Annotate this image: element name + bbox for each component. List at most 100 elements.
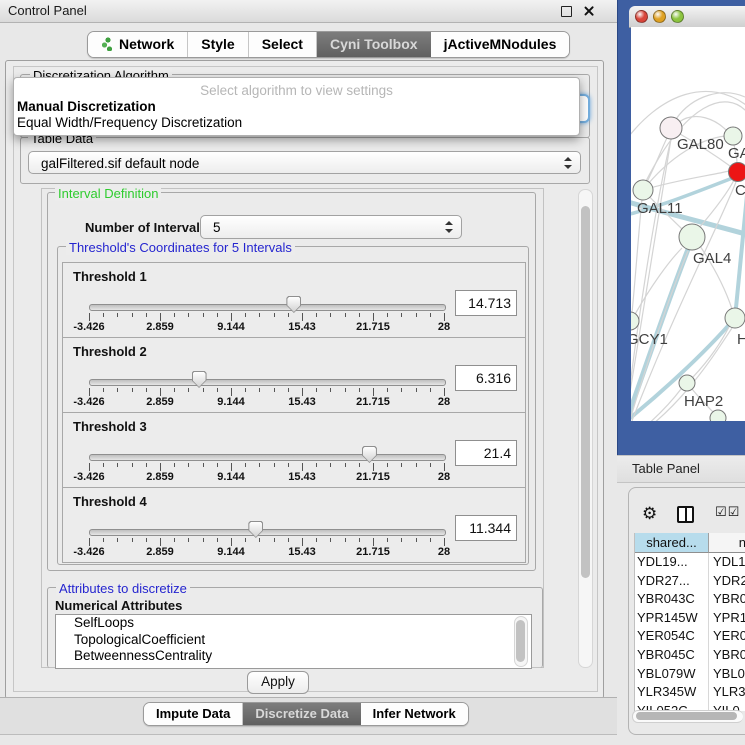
table-row[interactable]: YBR043CYBR0 <box>635 590 745 609</box>
network-node[interactable] <box>710 410 726 421</box>
popup-item[interactable]: Equal Width/Frequency Discretization <box>14 114 579 130</box>
table-row[interactable]: YLR345W YLR3 <box>635 683 745 702</box>
stepper-arrows-icon[interactable] <box>445 221 453 233</box>
network-edge[interactable] <box>676 93 745 119</box>
tick-mark <box>231 388 232 396</box>
tab-cyni-toolbox[interactable]: Cyni Toolbox <box>317 32 431 57</box>
tick-mark <box>288 538 289 542</box>
tick-mark <box>217 388 218 392</box>
tick-mark <box>316 313 317 317</box>
minimize-traffic-light-icon[interactable] <box>653 10 666 23</box>
node-table[interactable]: shared...nYDL19...YDL1YDR27...YDR2YBR043… <box>634 533 745 711</box>
gear-icon[interactable]: ⚙ <box>642 505 657 522</box>
column-header[interactable]: shared... <box>635 533 709 553</box>
table-cell: YLR345W <box>637 683 706 702</box>
network-node[interactable] <box>633 180 653 200</box>
attribute-item[interactable]: SelfLoops <box>56 615 531 632</box>
threshold-value-field[interactable]: 21.4 <box>455 440 517 466</box>
column-header[interactable]: n <box>709 533 745 553</box>
stepper-arrows-icon[interactable] <box>564 157 572 169</box>
network-node[interactable] <box>729 163 745 182</box>
network-edge-thick[interactable] <box>735 195 745 318</box>
threshold-value-field[interactable]: 14.713 <box>455 290 517 316</box>
tick-mark <box>387 463 388 467</box>
threshold-value-field[interactable]: 6.316 <box>455 365 517 391</box>
threshold-row: Threshold 2-3.4262.8599.14415.4321.71528… <box>62 337 526 413</box>
network-edge[interactable] <box>643 171 729 190</box>
network-node[interactable] <box>724 127 742 145</box>
tick-mark <box>259 538 260 542</box>
tick-label: 2.859 <box>146 321 174 333</box>
tab-impute-data[interactable]: Impute Data <box>144 703 243 725</box>
slider-track[interactable] <box>89 379 446 386</box>
table-row[interactable]: YBL079WYBL0 <box>635 665 745 684</box>
network-window-titlebar[interactable] <box>629 6 745 28</box>
attribute-item[interactable]: TopologicalCoefficient <box>56 632 531 649</box>
tick-mark <box>188 463 189 467</box>
tab-select[interactable]: Select <box>249 32 317 57</box>
top-tabbar: NetworkStyleSelectCyni ToolboxjActiveMNo… <box>87 31 570 58</box>
slider-track[interactable] <box>89 304 446 311</box>
bottom-tabbar: Impute DataDiscretize DataInfer Network <box>143 702 469 726</box>
tick-label: 2.859 <box>146 396 174 408</box>
popup-item[interactable]: Manual Discretization <box>14 98 579 114</box>
split-columns-icon[interactable] <box>677 506 694 523</box>
float-window-icon[interactable] <box>561 6 572 17</box>
table-row[interactable]: YPR145WYPR1 <box>635 609 745 628</box>
tab-style[interactable]: Style <box>188 32 248 57</box>
threshold-row: Threshold 4-3.4262.8599.14415.4321.71528… <box>62 487 526 563</box>
select-columns-icon[interactable]: ☑☑ <box>715 504 740 520</box>
attribute-item[interactable]: BetweennessCentrality <box>56 648 531 665</box>
tick-mark <box>430 463 431 467</box>
tick-label: 28 <box>438 321 450 333</box>
tick-mark <box>288 313 289 317</box>
tick-mark <box>132 538 133 542</box>
tick-mark <box>217 463 218 467</box>
tick-mark <box>245 463 246 467</box>
tick-mark <box>444 388 445 396</box>
table-cell: YLR3 <box>713 683 745 702</box>
tick-mark <box>288 463 289 467</box>
tick-mark <box>103 313 104 317</box>
tick-mark <box>401 538 402 542</box>
popup-placeholder: Select algorithm to view settings <box>14 78 579 98</box>
node-label: C <box>735 182 745 199</box>
tab-infer-network[interactable]: Infer Network <box>361 703 468 725</box>
close-icon[interactable] <box>583 5 595 17</box>
table-row[interactable]: YDL19...YDL1 <box>635 553 745 572</box>
table-cell: YBR0 <box>713 590 745 609</box>
table-data-combobox[interactable]: galFiltered.sif default node <box>28 151 581 174</box>
tab-jactivemnodules[interactable]: jActiveMNodules <box>431 32 570 57</box>
network-edge[interactable] <box>679 117 726 130</box>
slider-track[interactable] <box>89 454 446 461</box>
slider-track[interactable] <box>89 529 446 536</box>
close-traffic-light-icon[interactable] <box>635 10 648 23</box>
numerical-attributes-label: Numerical Attributes <box>55 598 182 613</box>
panel-scrollbar[interactable] <box>578 189 593 668</box>
network-canvas[interactable]: GAL80GALCGAL11GAL4GCY1HHAP2 <box>631 27 745 421</box>
attributes-list[interactable]: SelfLoopsTopologicalCoefficientBetweenne… <box>55 614 532 669</box>
network-node[interactable] <box>725 308 745 328</box>
threshold-value-field[interactable]: 11.344 <box>455 515 517 541</box>
tick-label: 21.715 <box>356 546 390 558</box>
attributes-scrollbar[interactable] <box>514 616 528 667</box>
threshold-label: Threshold 2 <box>73 344 147 359</box>
tab-discretize-data[interactable]: Discretize Data <box>243 703 360 725</box>
table-row[interactable]: YER054CYER0 <box>635 627 745 646</box>
tick-mark <box>132 388 133 392</box>
apply-button[interactable]: Apply <box>247 671 309 694</box>
table-hscrollbar[interactable] <box>632 710 743 723</box>
network-node[interactable] <box>679 224 705 250</box>
tick-mark <box>160 388 161 396</box>
tick-label: 9.144 <box>217 546 245 558</box>
table-row[interactable]: YBR045CYBR0 <box>635 646 745 665</box>
network-edge[interactable] <box>693 327 729 377</box>
table-row[interactable]: YDR27...YDR2 <box>635 572 745 591</box>
table-cell: YDL1 <box>713 553 745 572</box>
zoom-traffic-light-icon[interactable] <box>671 10 684 23</box>
tick-mark <box>203 538 204 542</box>
tab-network[interactable]: Network <box>88 32 188 57</box>
network-node[interactable] <box>679 375 695 391</box>
num-intervals-combobox[interactable]: 5 <box>200 215 462 239</box>
tick-mark <box>430 538 431 542</box>
